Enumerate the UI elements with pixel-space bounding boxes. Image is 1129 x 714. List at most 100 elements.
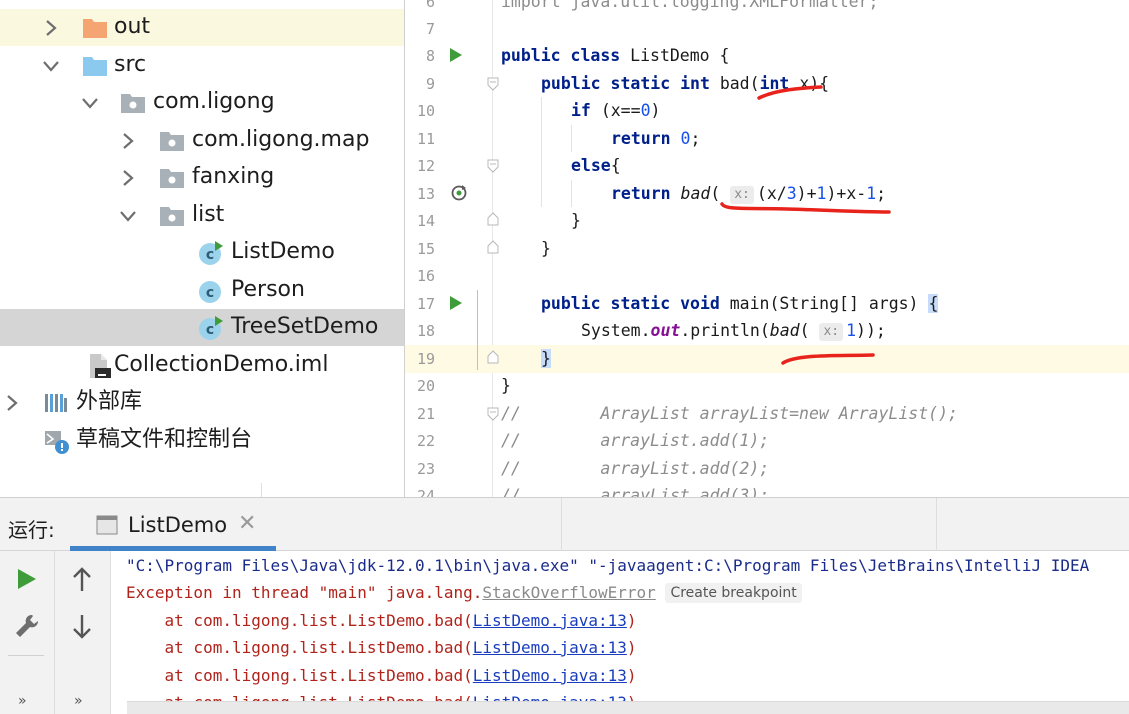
header-separator: [561, 498, 562, 551]
code-token: )+: [796, 184, 817, 203]
code-text: public class ListDemo {: [501, 45, 729, 67]
line-number: 18: [416, 322, 435, 340]
code-token: (x==: [600, 101, 641, 120]
tree-item-label: com.ligong: [153, 89, 275, 114]
tree-item-collectiondemo-iml[interactable]: CollectionDemo.iml: [0, 347, 404, 384]
code-line: 18 System.out.println(bad( x: 1));: [405, 317, 1129, 345]
tree-item-label: src: [114, 52, 147, 77]
package-icon: [121, 94, 145, 113]
header-separator: [936, 498, 937, 551]
code-line: 10 if (x==0): [405, 97, 1129, 125]
tree-item-fanxing[interactable]: fanxing: [0, 159, 404, 196]
code-line: 11 return 0;: [405, 125, 1129, 153]
tree-item-label: Person: [231, 277, 305, 302]
chevron-right-icon[interactable]: [118, 168, 138, 188]
source-link[interactable]: ListDemo.java:13: [473, 638, 627, 657]
code-text: }: [571, 211, 581, 230]
trace-suffix: ): [626, 666, 637, 685]
rerun-icon[interactable]: [16, 567, 38, 591]
code-token: import java.util.logging.XMLFormatter;: [501, 0, 879, 11]
run-toolbar-right: »: [55, 551, 111, 714]
line-number: 7: [425, 20, 435, 38]
scope-guide: [477, 290, 478, 370]
tree-item-label: out: [114, 14, 151, 39]
tree-item-treesetdemo[interactable]: c TreeSetDemo: [0, 309, 404, 346]
trace-suffix: ): [626, 638, 637, 657]
fold-end-icon[interactable]: [487, 350, 499, 364]
tree-horizontal-scrollbar[interactable]: [0, 483, 262, 497]
more-actions-icon[interactable]: »: [18, 693, 27, 709]
code-line: 16: [405, 262, 1129, 290]
tree-item-src[interactable]: src: [0, 47, 404, 84]
code-token: ): [650, 101, 661, 120]
create-breakpoint-button[interactable]: Create breakpoint: [665, 583, 802, 603]
java-class-runnable-icon: c: [199, 316, 223, 340]
line-number: 16: [416, 267, 435, 285]
code-token: return: [611, 184, 681, 203]
fold-icon[interactable]: [487, 407, 499, 421]
chevron-right-icon[interactable]: [2, 393, 22, 413]
code-text: // arrayList.add(3);: [501, 486, 770, 497]
fold-end-icon[interactable]: [487, 240, 499, 254]
tree-item-out[interactable]: out: [0, 9, 404, 46]
run-gutter-icon[interactable]: [449, 47, 463, 63]
more-actions-icon[interactable]: »: [74, 693, 83, 709]
close-icon[interactable]: ✕: [238, 511, 256, 536]
module-file-icon: [90, 354, 111, 378]
tree-item-external-libraries[interactable]: 外部库: [0, 384, 404, 421]
java-class-runnable-icon: c: [199, 241, 223, 265]
trace-prefix: at com.ligong.list.ListDemo.bad(: [126, 638, 473, 657]
fold-icon[interactable]: [487, 77, 499, 91]
code-token: 3: [786, 184, 797, 203]
fold-icon[interactable]: [487, 159, 499, 173]
chevron-down-icon[interactable]: [118, 206, 138, 226]
line-number: 12: [416, 157, 435, 175]
code-text: public static int bad(int x){: [541, 73, 829, 95]
tree-item-scratches[interactable]: 草稿文件和控制台: [0, 422, 404, 459]
code-token: ));: [856, 321, 886, 340]
source-link[interactable]: ListDemo.java:13: [473, 611, 627, 630]
code-token: ;: [876, 184, 887, 203]
console-horizontal-scrollbar[interactable]: [127, 701, 1129, 714]
code-token: if: [571, 101, 601, 120]
tree-item-listdemo[interactable]: c ListDemo: [0, 234, 404, 271]
chevron-down-icon[interactable]: [41, 56, 61, 76]
parameter-hint: x:: [730, 186, 754, 204]
package-icon: [160, 169, 184, 188]
fold-end-icon[interactable]: [487, 212, 499, 226]
code-token: 1: [816, 184, 827, 203]
svg-text:c: c: [206, 247, 214, 263]
chevron-right-icon[interactable]: [41, 18, 61, 38]
code-token: else: [571, 156, 611, 175]
code-editor[interactable]: 6 import java.util.logging.XMLFormatter;…: [405, 0, 1129, 497]
package-icon: [160, 207, 184, 226]
recursive-call-icon[interactable]: [450, 184, 468, 202]
tree-item-person[interactable]: c Person: [0, 272, 404, 309]
exception-class-link[interactable]: StackOverflowError: [482, 583, 655, 602]
source-link[interactable]: ListDemo.java:13: [473, 666, 627, 685]
code-line: 14 }: [405, 207, 1129, 235]
stack-trace-line: at com.ligong.list.ListDemo.bad(ListDemo…: [126, 637, 637, 659]
code-text: return 0;: [611, 128, 700, 150]
line-number: 20: [416, 377, 435, 395]
console-output[interactable]: "C:\Program Files\Java\jdk-12.0.1\bin\ja…: [111, 551, 1129, 714]
wrench-icon[interactable]: [14, 613, 40, 639]
trace-suffix: ): [626, 611, 637, 630]
line-number: 17: [416, 295, 435, 313]
tree-item-com-ligong-map[interactable]: com.ligong.map: [0, 122, 404, 159]
code-line: 7: [405, 15, 1129, 43]
code-token: {: [610, 156, 621, 175]
chevron-down-icon[interactable]: [80, 93, 100, 113]
arrow-down-icon[interactable]: [71, 613, 93, 639]
code-text: System.out.println(bad( x: 1));: [581, 320, 886, 342]
code-token: }: [541, 349, 551, 368]
run-tab-listdemo[interactable]: ListDemo ✕: [70, 498, 276, 551]
tree-item-list[interactable]: list: [0, 197, 404, 234]
arrow-up-icon[interactable]: [71, 567, 93, 593]
chevron-right-icon[interactable]: [118, 131, 138, 151]
line-number: 22: [416, 432, 435, 450]
code-token: return: [611, 129, 681, 148]
run-gutter-icon[interactable]: [449, 295, 463, 311]
line-number: 15: [416, 240, 435, 258]
tree-item-com-ligong[interactable]: com.ligong: [0, 84, 404, 121]
